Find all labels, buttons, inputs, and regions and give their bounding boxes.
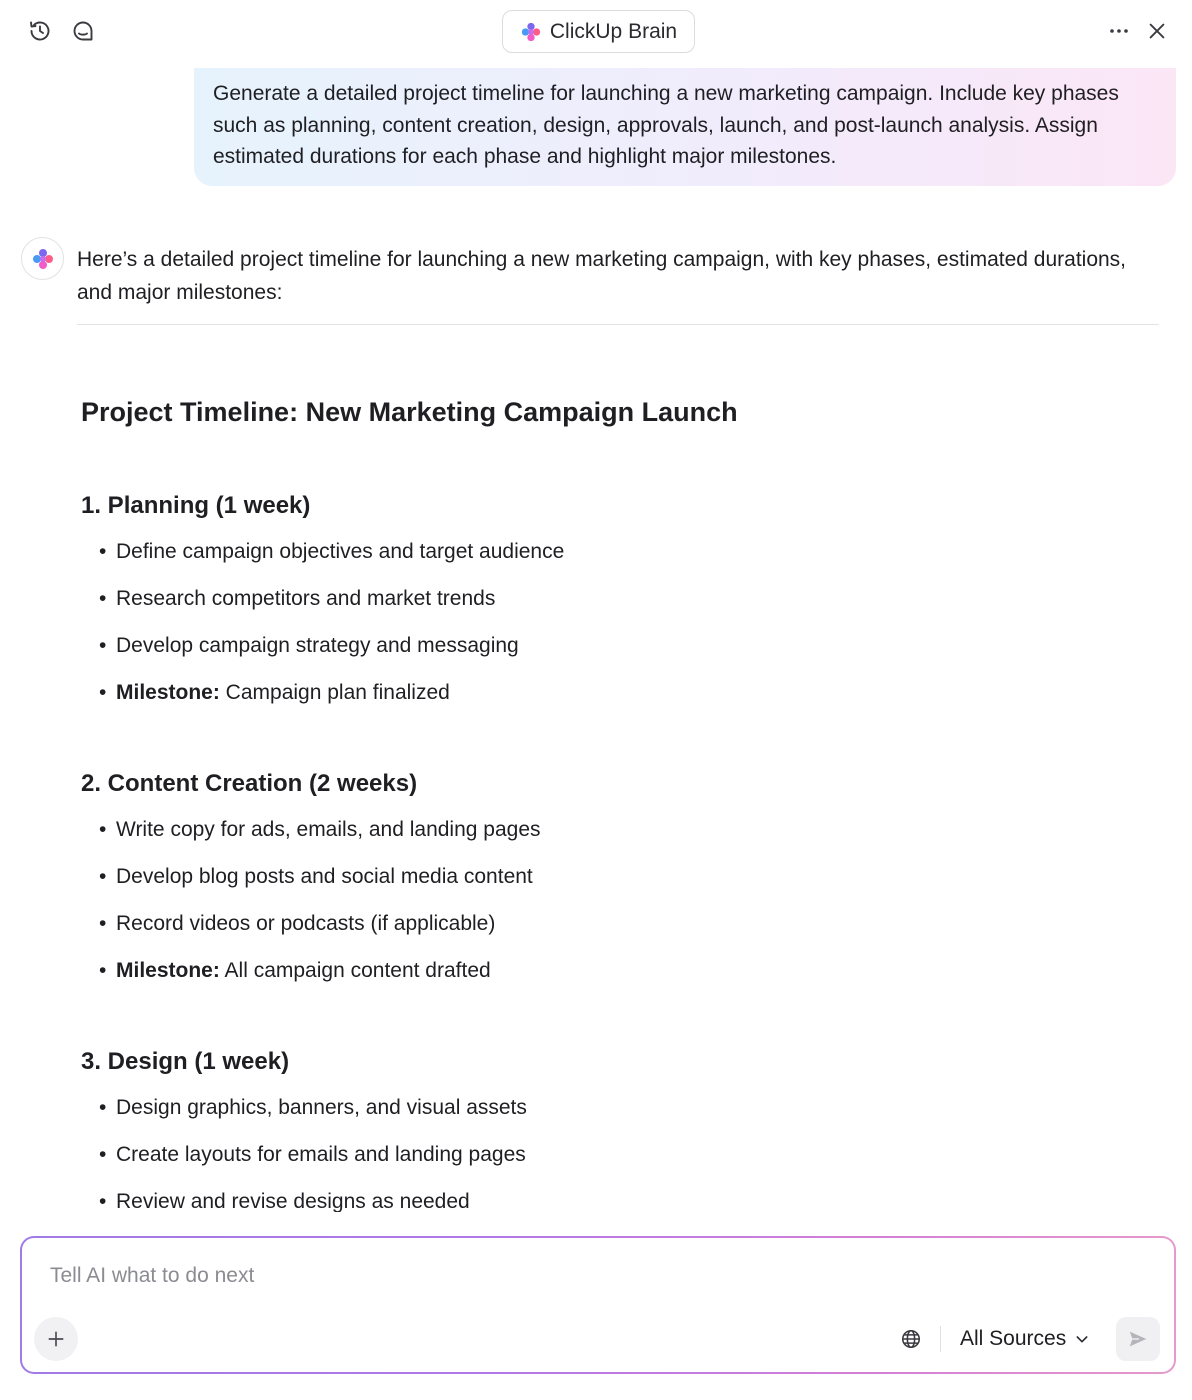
milestone-item: • Milestone: Campaign plan finalized <box>99 681 450 704</box>
assistant-response: Project Timeline: New Marketing Campaign… <box>81 0 1161 1212</box>
phase-title: 1. Planning (1 week) <box>81 492 311 519</box>
assistant-avatar <box>21 237 64 280</box>
sources-label: All Sources <box>960 1327 1067 1350</box>
history-icon[interactable] <box>23 14 57 48</box>
document-title: Project Timeline: New Marketing Campaign… <box>81 397 738 427</box>
list-item: • Record videos or podcasts (if applicabl… <box>99 912 496 935</box>
web-search-button[interactable] <box>896 1324 926 1354</box>
brain-logo-icon <box>32 248 53 269</box>
list-item: • Develop campaign strategy and messaging <box>99 634 519 657</box>
list-item: • Write copy for ads, emails, and landing… <box>99 818 541 841</box>
clickup-brain-panel: ClickUp Brain Generate a detailed projec… <box>0 0 1192 1400</box>
milestone-item: • Milestone: All campaign content drafted <box>99 959 491 982</box>
list-item: • Research competitors and market trends <box>99 587 496 610</box>
list-item: • Review and revise designs as needed <box>99 1190 470 1212</box>
send-button[interactable] <box>1116 1317 1160 1361</box>
list-item: • Design graphics, banners, and visual as… <box>99 1096 527 1119</box>
globe-icon <box>901 1329 921 1349</box>
composer: All Sources <box>20 1236 1176 1374</box>
list-item: • Create layouts for emails and landing p… <box>99 1143 526 1166</box>
phase-title: 2. Content Creation (2 weeks) <box>81 770 418 797</box>
prompt-input[interactable] <box>50 1258 1130 1294</box>
send-icon <box>1129 1331 1147 1347</box>
add-attachment-button[interactable] <box>34 1317 78 1361</box>
phase-title: 3. Design (1 week) <box>81 1048 290 1075</box>
separator <box>940 1326 941 1352</box>
sources-dropdown[interactable]: All Sources <box>960 1322 1090 1356</box>
chevron-down-icon <box>1076 1336 1088 1343</box>
list-item: • Develop blog posts and social media con… <box>99 865 533 888</box>
plus-icon <box>48 1331 64 1347</box>
list-item: • Define campaign objectives and target a… <box>99 540 565 563</box>
